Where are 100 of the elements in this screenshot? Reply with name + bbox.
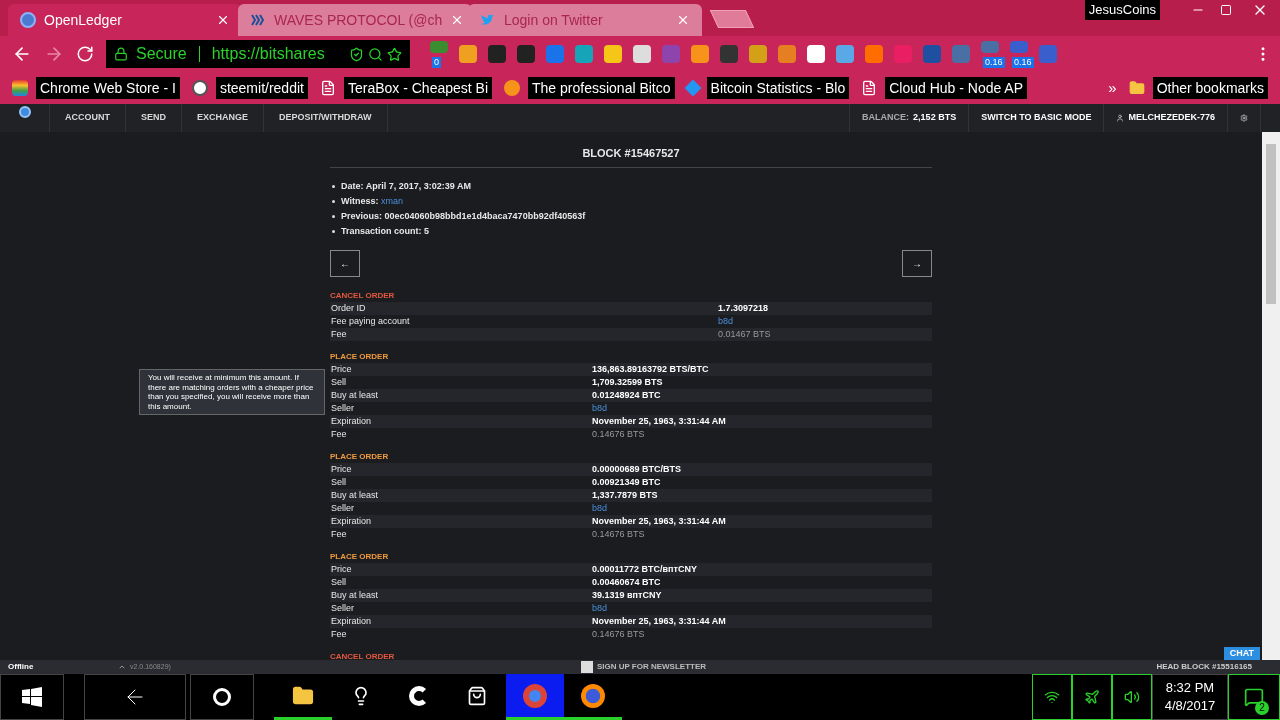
operation-title: CANCEL ORDER	[330, 289, 396, 302]
field-label: Expiration	[330, 614, 373, 628]
folder-icon	[1128, 80, 1145, 96]
field-value: 136,863.89163792 BTS/BTC	[592, 362, 710, 376]
shield-icon	[349, 46, 364, 62]
volume-button[interactable]	[1112, 674, 1152, 720]
network-button[interactable]	[1032, 674, 1072, 720]
extension-icon[interactable]	[720, 45, 738, 63]
coin-icon	[504, 80, 521, 96]
bird-icon	[480, 12, 496, 28]
address-bar[interactable]: Secure https://bitshares	[106, 40, 410, 68]
browser-tab[interactable]: OpenLedger	[8, 4, 242, 36]
extension-icon[interactable]	[604, 45, 622, 63]
field-label: Price	[330, 362, 353, 376]
head-block-text: HEAD BLOCK #15516165	[1156, 661, 1252, 673]
star-icon[interactable]	[387, 46, 402, 62]
field-label: Fee paying account	[330, 314, 411, 328]
field-label: Sell	[330, 575, 347, 589]
extension-icon[interactable]	[807, 45, 825, 63]
field-value: 0.01467 BTS	[718, 327, 772, 341]
user-link[interactable]: b8d	[592, 601, 932, 615]
extension-icon[interactable]	[546, 45, 564, 63]
field-label: Seller	[330, 401, 355, 415]
extension-icon[interactable]	[633, 45, 651, 63]
settings-icon	[1240, 114, 1248, 122]
field-label: Price	[330, 562, 353, 576]
page-icon	[319, 80, 336, 96]
extension-icon[interactable]	[459, 45, 477, 63]
user-icon	[1116, 114, 1125, 122]
user-link[interactable]: b8d	[592, 501, 932, 515]
field-value: 0.00921349 BTC	[592, 475, 662, 489]
switch-mode-link[interactable]: SWITCH TO BASIC MODE	[968, 104, 1104, 132]
field-value: November 25, 1963, 3:31:44 AM	[592, 514, 727, 528]
field-value: 0.14676 BTS	[592, 527, 646, 541]
start-button[interactable]	[0, 674, 64, 720]
field-value: 0.14676 BTS	[592, 427, 646, 441]
close-icon[interactable]	[676, 13, 690, 27]
connection-status: Offline	[8, 661, 35, 673]
bookmarks-overflow[interactable]: »	[1108, 76, 1117, 100]
logo-icon[interactable]	[18, 106, 31, 118]
field-label: Buy at least	[330, 388, 380, 402]
reload-icon[interactable]	[76, 45, 94, 63]
extension-icon[interactable]	[517, 45, 535, 63]
operation-title: PLACE ORDER	[330, 350, 390, 363]
extension-icon[interactable]	[575, 45, 593, 63]
rainbow-icon	[12, 80, 28, 96]
airplane-button[interactable]	[1072, 674, 1112, 720]
tab-title: OpenLedger	[44, 10, 123, 30]
bag-icon	[467, 685, 487, 706]
newsletter-icon[interactable]	[580, 661, 593, 673]
page-icon	[861, 80, 878, 96]
close-icon[interactable]	[216, 13, 230, 27]
restore-icon	[1220, 4, 1232, 16]
extension-icon[interactable]	[836, 45, 854, 63]
extension-badge: 0.16	[983, 57, 1005, 68]
extension-icon[interactable]	[488, 45, 506, 63]
extension-icon[interactable]	[865, 45, 883, 63]
url-text: https://bitshares	[211, 44, 325, 64]
extension-icon[interactable]	[430, 41, 448, 53]
next-block-button[interactable]: →	[902, 249, 932, 277]
user-link[interactable]: b8d	[592, 401, 932, 415]
extension-icon[interactable]	[749, 45, 767, 63]
clock[interactable]: 8:32 PM 4/8/2017	[1152, 674, 1228, 720]
field-label: Fee	[330, 627, 348, 641]
field-label: Seller	[330, 501, 355, 515]
folder-icon	[292, 684, 314, 707]
previous-block-button[interactable]: ←	[330, 249, 360, 277]
tab-title: WAVES PROTOCOL (@ch	[274, 10, 443, 30]
lock-icon	[114, 47, 128, 61]
profile-name[interactable]: JesusCoins	[1084, 0, 1160, 20]
field-label: Sell	[330, 375, 347, 389]
caret-icon[interactable]	[118, 663, 126, 671]
extension-icon[interactable]	[778, 45, 796, 63]
field-value: 1.7.3097218	[718, 301, 770, 315]
newsletter-link[interactable]: SIGN UP FOR NEWSLETTER	[596, 661, 707, 673]
notification-badge: 2	[1255, 701, 1269, 715]
tab-title: Login on Twitter	[504, 10, 604, 30]
extension-badge: 0	[432, 57, 441, 68]
field-value: 0.01248924 BTC	[592, 388, 662, 402]
notifications-button[interactable]: 2	[1228, 674, 1280, 720]
bullet-icon	[332, 214, 335, 218]
block-detail: Date: April 7, 2017, 3:02:39 AM	[341, 179, 471, 193]
field-label: Order ID	[330, 301, 367, 315]
field-label: Buy at least	[330, 588, 380, 602]
field-label: Price	[330, 462, 353, 476]
extension-icon[interactable]	[691, 45, 709, 63]
field-value: 0.00011772 BTC/вптCNY	[592, 562, 698, 576]
field-value: 0.00000689 BTC/BTS	[592, 462, 683, 476]
field-label: Sell	[330, 475, 347, 489]
bullet-icon	[332, 184, 335, 188]
operation-title: CANCEL ORDER	[330, 650, 396, 660]
user-link[interactable]: b8d	[718, 314, 932, 328]
username-menu[interactable]: MELCHEZEDEK-776	[1128, 111, 1215, 125]
operation-title: PLACE ORDER	[330, 550, 390, 563]
search-button[interactable]	[190, 674, 254, 720]
airplane-icon	[1084, 689, 1100, 705]
field-value: 1,709.32599 BTS	[592, 375, 664, 389]
globe-icon	[20, 12, 36, 28]
zoom-icon	[368, 46, 383, 62]
extension-badge: 0.16	[1012, 57, 1034, 68]
